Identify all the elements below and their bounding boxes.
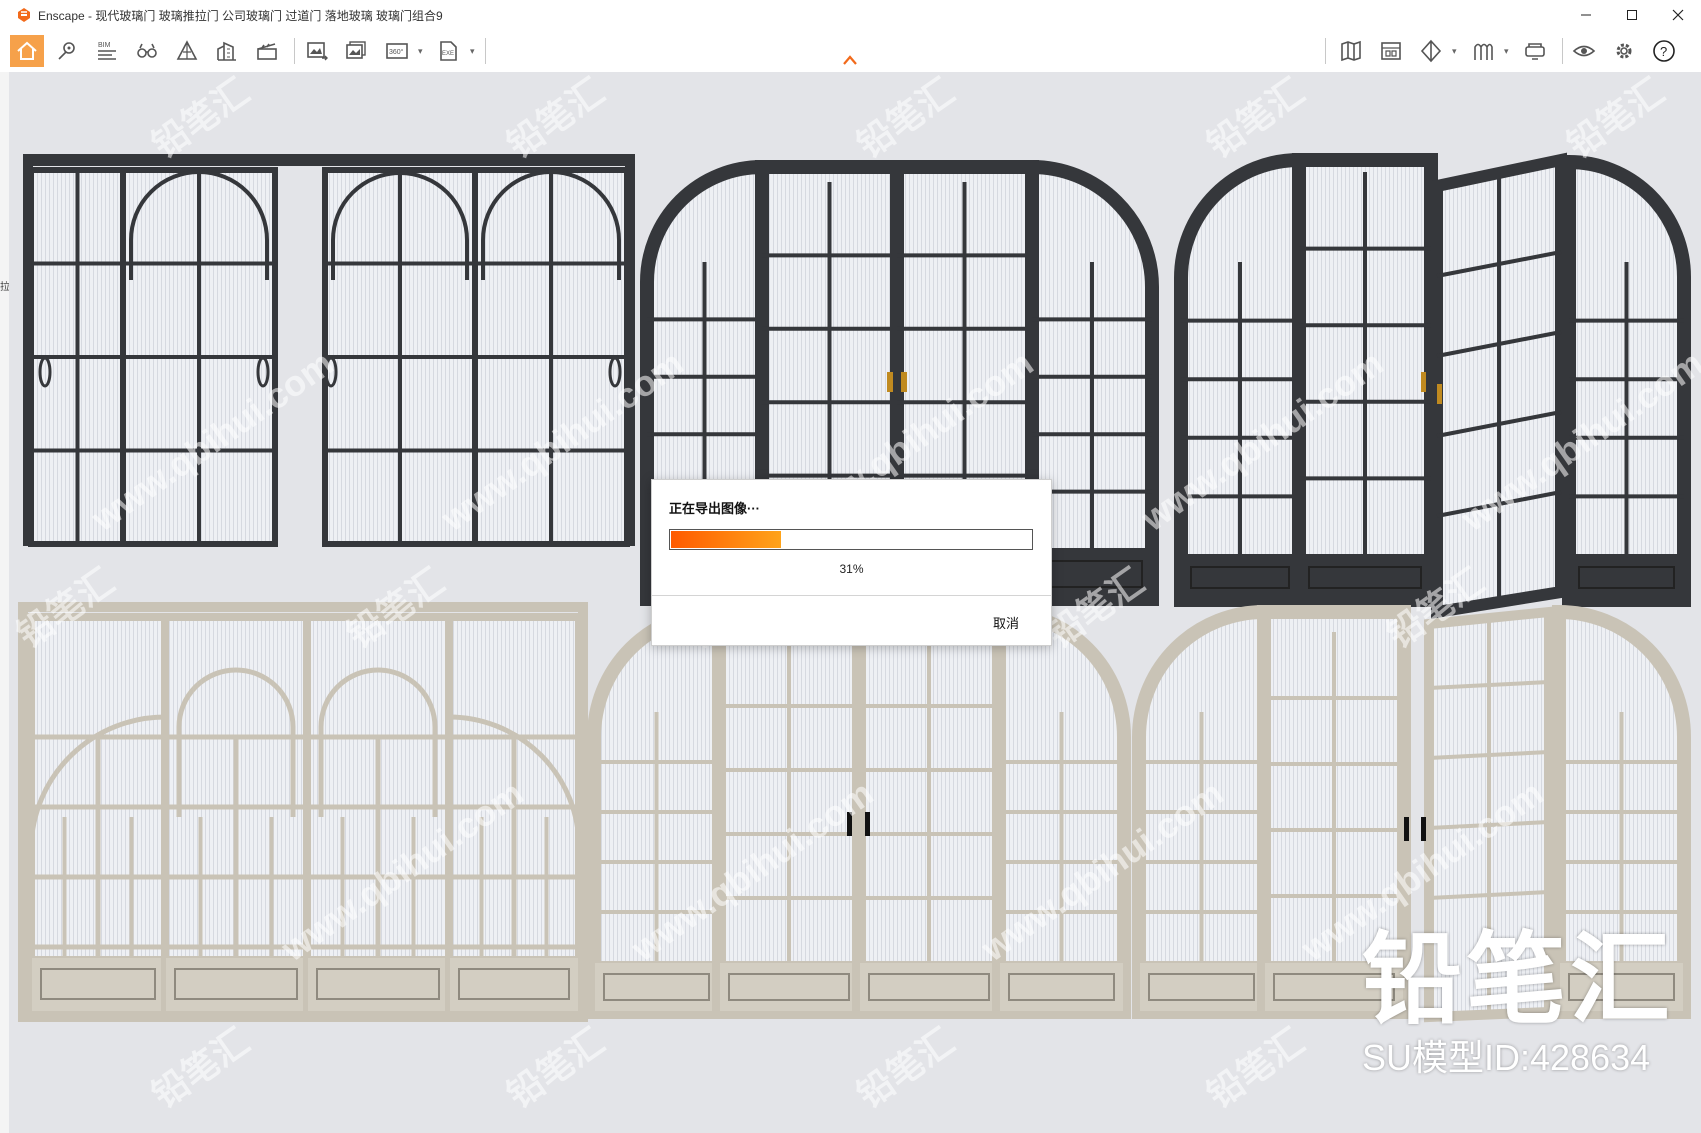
left-edge-panel: 拉 [0,72,10,1133]
bim-icon[interactable]: BIM [90,35,124,67]
door-kickplate [1298,554,1432,601]
chevron-down-icon[interactable]: ▾ [470,46,475,57]
door-handle [1437,384,1442,404]
title-bar: Enscape - 现代玻璃门 玻璃推拉门 公司玻璃门 过道门 落地玻璃 玻璃门… [0,0,1701,30]
clapperboard-icon[interactable] [250,35,284,67]
svg-text:?: ? [1660,44,1667,59]
exe-label: EXE [442,51,454,57]
door-kickplate [718,961,860,1013]
minimize-icon[interactable] [1563,0,1609,30]
toolbar-separator [485,38,486,64]
door-kickplate [448,956,580,1013]
door-kickplate [1138,961,1265,1013]
door-kickplate [858,961,1000,1013]
door-handle [847,812,852,836]
progress-percent: 31% [839,562,864,576]
door-handle [865,812,870,836]
render-image-icon[interactable] [300,35,334,67]
close-icon[interactable] [1655,0,1701,30]
window-controls [1563,0,1701,30]
export-progress-bar [669,529,1033,550]
chevron-down-icon[interactable]: ▾ [1504,46,1509,57]
material-icon[interactable] [1466,35,1500,67]
door-kickplate [164,956,308,1013]
progress-fill [671,531,782,548]
window-title: Enscape - 现代玻璃门 玻璃推拉门 公司玻璃门 过道门 落地玻璃 玻璃门… [38,8,443,23]
door-kickplate [30,956,166,1013]
maximize-icon[interactable] [1609,0,1655,30]
building-icon[interactable] [210,35,244,67]
model-id-watermark: SU模型ID:428634 [1362,1037,1651,1078]
chevron-down-icon[interactable]: ▾ [418,46,423,57]
asset-library-icon[interactable] [1374,35,1408,67]
door-handle [887,372,893,392]
door-kickplate [1180,554,1300,601]
visual-settings-icon[interactable] [1567,35,1601,67]
door-kickplate [593,961,720,1013]
cancel-button[interactable]: 取消 [993,613,1019,632]
toolbar-separator [1562,38,1563,64]
map-icon[interactable] [1334,35,1368,67]
door-kickplate [1568,554,1685,601]
binoculars-icon[interactable] [130,35,164,67]
vr-headset-icon[interactable] [1518,35,1552,67]
door-handle [1421,372,1426,392]
door-handle [1404,817,1409,841]
settings-gear-icon[interactable] [1607,35,1641,67]
door-kickplate [998,961,1125,1013]
enscape-window: Enscape - 现代玻璃门 玻璃推拉门 公司玻璃门 过道门 落地玻璃 玻璃门… [0,0,1701,1133]
toolbar-separator [1325,38,1326,64]
pano-label: 360° [389,48,404,56]
home-icon[interactable] [10,35,44,67]
export-exe-icon[interactable]: EXE [432,35,466,67]
batch-render-icon[interactable] [340,35,374,67]
chevron-down-icon[interactable]: ▾ [1452,46,1457,57]
perspective-icon[interactable] [170,35,204,67]
door-handle [1421,817,1426,841]
brand-watermark: 铅笔汇 [1362,924,1674,1036]
enscape-logo-icon [18,8,30,22]
export-progress-dialog: 正在导出图像··· 31% 取消 [651,479,1052,646]
help-icon[interactable]: ? [1647,35,1681,67]
bim-label: BIM [98,42,111,49]
door-kickplate [306,956,450,1013]
collapse-toolbar-chevron-icon[interactable] [842,54,858,66]
cube-icon[interactable] [1414,35,1448,67]
location-pin-icon[interactable] [50,35,84,67]
panorama-360-icon[interactable]: 360° [380,35,414,67]
toolbar-separator [294,38,295,64]
dialog-title: 正在导出图像··· [669,501,760,516]
door-header [23,154,635,166]
door-handle [901,372,907,392]
dialog-divider [652,595,1051,596]
